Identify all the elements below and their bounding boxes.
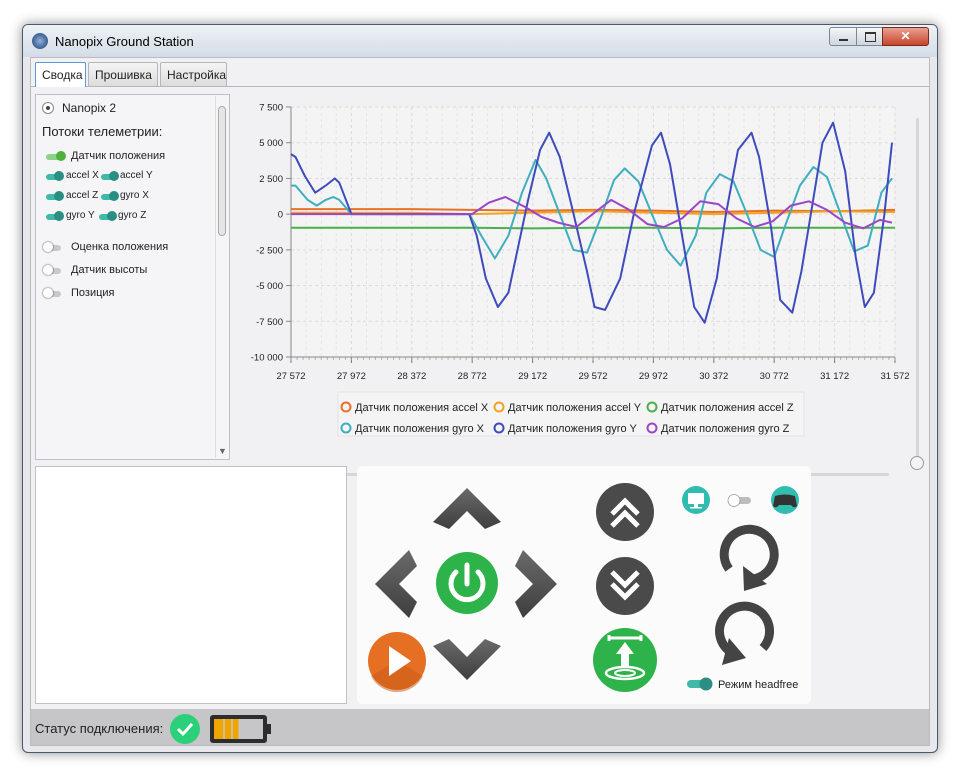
chart-svg: 7 500 5 000 2 500 0 -2 500 -5 000 -7 500 -10 00… bbox=[251, 103, 910, 437]
device-name: Nanopix 2 bbox=[62, 101, 117, 115]
x-tick-label: 29 972 bbox=[639, 371, 668, 382]
move-right-button[interactable] bbox=[515, 550, 557, 618]
x-tick-label: 29 172 bbox=[518, 371, 547, 382]
x-tick-label: 31 172 bbox=[820, 371, 849, 382]
tab-firmware[interactable]: Прошивка bbox=[88, 62, 158, 86]
status-bar: Статус подключения: bbox=[31, 709, 929, 745]
x-tick-label: 28 372 bbox=[397, 371, 426, 382]
position-sensor-toggle[interactable] bbox=[46, 151, 66, 161]
x-tick-label: 29 572 bbox=[578, 371, 607, 382]
minimize-button[interactable] bbox=[829, 27, 857, 46]
controls-svg: Режим headfree bbox=[368, 483, 799, 693]
gyro-z-toggle[interactable] bbox=[99, 211, 117, 221]
x-tick-label: 30 772 bbox=[760, 371, 789, 382]
telemetry-chart: 7 500 5 000 2 500 0 -2 500 -5 000 -7 500 -10 00… bbox=[238, 94, 928, 464]
close-button[interactable] bbox=[882, 27, 929, 46]
y-tick-label: -2 500 bbox=[256, 245, 283, 256]
y-tick-label: 7 500 bbox=[259, 103, 283, 114]
x-tick-label: 28 772 bbox=[458, 371, 487, 382]
y-tick-label: -5 000 bbox=[256, 281, 283, 292]
legend-label: Датчик положения accel Z bbox=[661, 402, 794, 414]
connected-check-icon bbox=[170, 714, 200, 744]
attitude-estimate-label: Оценка положения bbox=[71, 241, 169, 253]
legend-label: Датчик положения gyro X bbox=[355, 423, 485, 435]
move-forward-button[interactable] bbox=[433, 488, 501, 529]
legend-label: Датчик положения gyro Z bbox=[661, 423, 790, 435]
accel-y-toggle[interactable] bbox=[101, 171, 119, 181]
vertical-zoom-slider[interactable] bbox=[910, 118, 924, 470]
scroll-down-icon[interactable]: ▼ bbox=[218, 446, 227, 456]
accel-y-label: accel Y bbox=[120, 170, 153, 181]
monitor-icon bbox=[682, 486, 710, 514]
power-button[interactable] bbox=[436, 552, 498, 614]
gamepad-icon bbox=[771, 486, 799, 514]
altitude-sensor-toggle[interactable] bbox=[43, 265, 61, 275]
y-tick-label: -10 000 bbox=[251, 353, 283, 364]
accel-z-toggle[interactable] bbox=[46, 191, 64, 201]
rotate-left-button[interactable] bbox=[719, 524, 779, 591]
series-line bbox=[291, 226, 895, 230]
x-tick-label: 31 572 bbox=[880, 371, 909, 382]
tab-bar: Сводка Прошивка Настройка bbox=[31, 58, 929, 87]
y-tick-label: 5 000 bbox=[259, 138, 283, 149]
y-tick-label: 0 bbox=[278, 210, 283, 221]
play-button[interactable] bbox=[368, 632, 426, 693]
gyro-y-label: gyro Y bbox=[66, 210, 95, 221]
position-label: Позиция bbox=[71, 287, 115, 299]
tab-settings[interactable]: Настройка bbox=[160, 62, 227, 86]
accel-x-label: accel X bbox=[66, 170, 99, 181]
title-bar: Nanopix Ground Station bbox=[23, 25, 937, 57]
gyro-x-toggle[interactable] bbox=[101, 191, 119, 201]
legend-label: Датчик положения gyro Y bbox=[508, 423, 637, 435]
move-left-button[interactable] bbox=[375, 550, 417, 618]
status-icons bbox=[170, 714, 271, 744]
rotate-right-button[interactable] bbox=[715, 601, 774, 665]
tab-summary[interactable]: Сводка bbox=[35, 62, 86, 87]
streams-title: Потоки телеметрии: bbox=[42, 124, 163, 139]
scrollbar-thumb[interactable] bbox=[218, 106, 226, 236]
gyro-z-label: gyro Z bbox=[118, 210, 147, 221]
x-tick-label: 27 972 bbox=[337, 371, 366, 382]
accel-z-label: accel Z bbox=[66, 190, 99, 201]
attitude-estimate-toggle[interactable] bbox=[43, 242, 61, 252]
gyro-x-label: gyro X bbox=[120, 190, 149, 201]
y-tick-label: -7 500 bbox=[256, 317, 283, 328]
app-window: Nanopix Ground Station Сводка Прошивка Н… bbox=[22, 24, 938, 753]
sidebar-scrollbar[interactable]: ▼ bbox=[215, 96, 228, 458]
accel-x-toggle[interactable] bbox=[46, 171, 64, 181]
headfree-toggle[interactable] bbox=[687, 677, 713, 691]
control-panel: Режим headfree bbox=[357, 466, 811, 704]
descend-button[interactable] bbox=[596, 557, 654, 615]
altitude-sensor-label: Датчик высоты bbox=[71, 264, 148, 276]
window-title: Nanopix Ground Station bbox=[55, 34, 194, 49]
battery-icon bbox=[210, 715, 271, 743]
device-radio[interactable] bbox=[42, 102, 54, 114]
headfree-label: Режим headfree bbox=[718, 679, 798, 691]
log-output[interactable] bbox=[35, 466, 347, 704]
vertical-slider-handle[interactable] bbox=[910, 456, 924, 470]
y-tick-label: 2 500 bbox=[259, 174, 283, 185]
position-sensor-label: Датчик положения bbox=[71, 150, 166, 162]
x-tick-label: 27 572 bbox=[276, 371, 305, 382]
move-backward-button[interactable] bbox=[433, 639, 501, 680]
battery-level-fill bbox=[214, 719, 239, 739]
telemetry-panel: Nanopix 2 Потоки телеметрии: Датчик поло… bbox=[35, 94, 230, 460]
ascend-button[interactable] bbox=[596, 483, 654, 541]
maximize-button[interactable] bbox=[856, 27, 883, 46]
input-mode-toggle[interactable] bbox=[727, 494, 751, 507]
legend-label: Датчик положения accel Y bbox=[508, 402, 642, 414]
x-tick-label: 30 372 bbox=[699, 371, 728, 382]
connection-status-label: Статус подключения: bbox=[35, 721, 164, 736]
takeoff-button[interactable] bbox=[593, 628, 657, 692]
gyro-y-toggle[interactable] bbox=[46, 211, 64, 221]
app-logo-icon bbox=[32, 33, 48, 49]
main-content: Сводка Прошивка Настройка Nanopix 2 Пото… bbox=[30, 57, 930, 746]
position-toggle[interactable] bbox=[43, 288, 61, 298]
legend-label: Датчик положения accel X bbox=[355, 402, 489, 414]
